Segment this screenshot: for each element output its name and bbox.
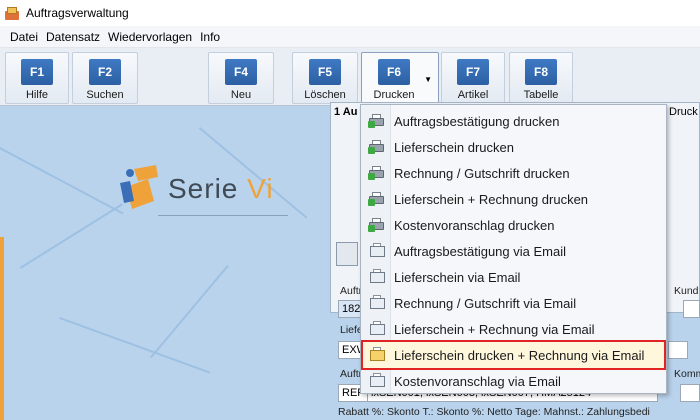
menu-item-delivery-invoice-email[interactable]: Lieferschein + Rechnung via Email — [362, 316, 665, 342]
menu-item-delivery-invoice-print[interactable]: Lieferschein + Rechnung drucken — [362, 186, 665, 212]
payment-terms-row: Rabatt %: Skonto T.: Skonto %: Netto Tag… — [338, 406, 650, 418]
logo-text-accent: Vi — [247, 173, 274, 204]
menu-item-delivery-print-invoice-email[interactable]: Lieferschein drucken + Rechnung via Emai… — [361, 340, 666, 370]
menu-item-estimate-print[interactable]: Kostenvoranschlag drucken — [362, 212, 665, 238]
menu-item-label: Lieferschein drucken + Rechnung via Emai… — [394, 347, 645, 363]
mail-icon — [368, 269, 386, 285]
commission-label: Komm — [674, 368, 700, 380]
menu-item-label: Lieferschein via Email — [394, 269, 521, 285]
button-label: Suchen — [86, 89, 124, 101]
button-label: Tabelle — [523, 89, 559, 101]
customer-label: Kund — [674, 285, 699, 297]
logo-text-main: Serie — [168, 173, 248, 204]
menu-datensatz[interactable]: Datensatz — [42, 30, 104, 44]
window-title: Auftragsverwaltung — [26, 6, 129, 20]
article-button[interactable]: F7 Artikel — [441, 52, 505, 104]
caret-down-icon[interactable]: ▼ — [424, 75, 432, 84]
button-label: Hilfe — [25, 89, 48, 101]
key-badge: F4 — [225, 59, 257, 85]
accent-strip — [0, 237, 4, 420]
mail-icon — [368, 243, 386, 259]
menu-item-order-confirmation-email[interactable]: Auftragsbestätigung via Email — [362, 238, 665, 264]
key-badge: F5 — [309, 59, 341, 85]
decor-line — [59, 317, 211, 374]
menu-item-label: Lieferschein + Rechnung drucken — [394, 191, 589, 207]
key-badge: F1 — [21, 59, 53, 85]
logo-rule — [158, 215, 288, 216]
menu-item-label: Rechnung / Gutschrift drucken — [394, 165, 570, 181]
menu-item-label: Lieferschein drucken — [394, 139, 514, 155]
print-mail-icon — [368, 347, 386, 363]
toolbar: F1 Hilfe F2 Suchen F4 Neu F5 Löschen F6 … — [0, 48, 700, 106]
key-badge: F6 — [378, 59, 410, 85]
menu-item-invoice-email[interactable]: Rechnung / Gutschrift via Email — [362, 290, 665, 316]
button-label: Löschen — [304, 89, 346, 101]
decor-line — [150, 265, 229, 359]
mail-icon — [368, 321, 386, 337]
printer-icon — [368, 217, 386, 233]
menu-item-delivery-note-email[interactable]: Lieferschein via Email — [362, 264, 665, 290]
menu-item-order-confirmation-print[interactable]: Auftragsbestätigung drucken — [362, 108, 665, 134]
menu-bar: Datei Datensatz Wiedervorlagen Info — [0, 26, 700, 48]
tab-print[interactable]: Druck — [669, 106, 698, 118]
logo: Serie Vi — [118, 157, 298, 227]
print-dropdown-menu: Auftragsbestätigung drucken Lieferschein… — [360, 104, 667, 394]
printer-icon — [368, 165, 386, 181]
order-label: Auftr — [340, 285, 363, 297]
help-button[interactable]: F1 Hilfe — [5, 52, 69, 104]
new-button[interactable]: F4 Neu — [208, 52, 274, 104]
menu-datei[interactable]: Datei — [6, 30, 42, 44]
button-label: Drucken — [373, 89, 415, 101]
table-button[interactable]: F8 Tabelle — [509, 52, 573, 104]
printer-icon — [368, 113, 386, 129]
logo-mark-icon — [120, 165, 158, 209]
menu-item-label: Kostenvoranschlag drucken — [394, 217, 555, 233]
printer-icon — [368, 191, 386, 207]
menu-item-label: Auftragsbestätigung drucken — [394, 113, 560, 129]
date-field[interactable] — [668, 341, 688, 359]
decor-line — [20, 203, 123, 269]
decor-line — [0, 147, 124, 215]
printer-icon — [368, 139, 386, 155]
menu-wiedervorlagen[interactable]: Wiedervorlagen — [104, 30, 196, 44]
menu-item-label: Auftragsbestätigung via Email — [394, 243, 566, 259]
search-button[interactable]: F2 Suchen — [72, 52, 138, 104]
app-icon — [4, 5, 20, 21]
menu-info[interactable]: Info — [196, 30, 224, 44]
menu-item-estimate-email[interactable]: Kostenvoranschlag via Email — [362, 368, 665, 394]
tab-1[interactable]: 1 Au — [334, 106, 357, 118]
menu-item-delivery-note-print[interactable]: Lieferschein drucken — [362, 134, 665, 160]
key-badge: F7 — [457, 59, 489, 85]
delete-button[interactable]: F5 Löschen — [292, 52, 358, 104]
menu-item-label: Rechnung / Gutschrift via Email — [394, 295, 577, 311]
button-label: Neu — [230, 89, 252, 101]
button-label: Artikel — [457, 89, 489, 101]
key-badge: F8 — [525, 59, 557, 85]
customer-field[interactable] — [683, 300, 700, 318]
logo-text: Serie Vi — [168, 173, 274, 205]
mail-icon — [368, 295, 386, 311]
mail-icon — [368, 373, 386, 389]
title-bar: Auftragsverwaltung — [0, 0, 700, 26]
key-badge: F2 — [89, 59, 121, 85]
new-record-icon[interactable] — [336, 242, 358, 266]
menu-item-label: Kostenvoranschlag via Email — [394, 373, 561, 389]
order-ref-label: Auftr — [340, 368, 363, 380]
menu-item-label: Lieferschein + Rechnung via Email — [394, 321, 595, 337]
menu-item-invoice-print[interactable]: Rechnung / Gutschrift drucken — [362, 160, 665, 186]
print-button[interactable]: F6 Drucken ▼ — [361, 52, 439, 104]
commission-field[interactable] — [680, 384, 700, 402]
